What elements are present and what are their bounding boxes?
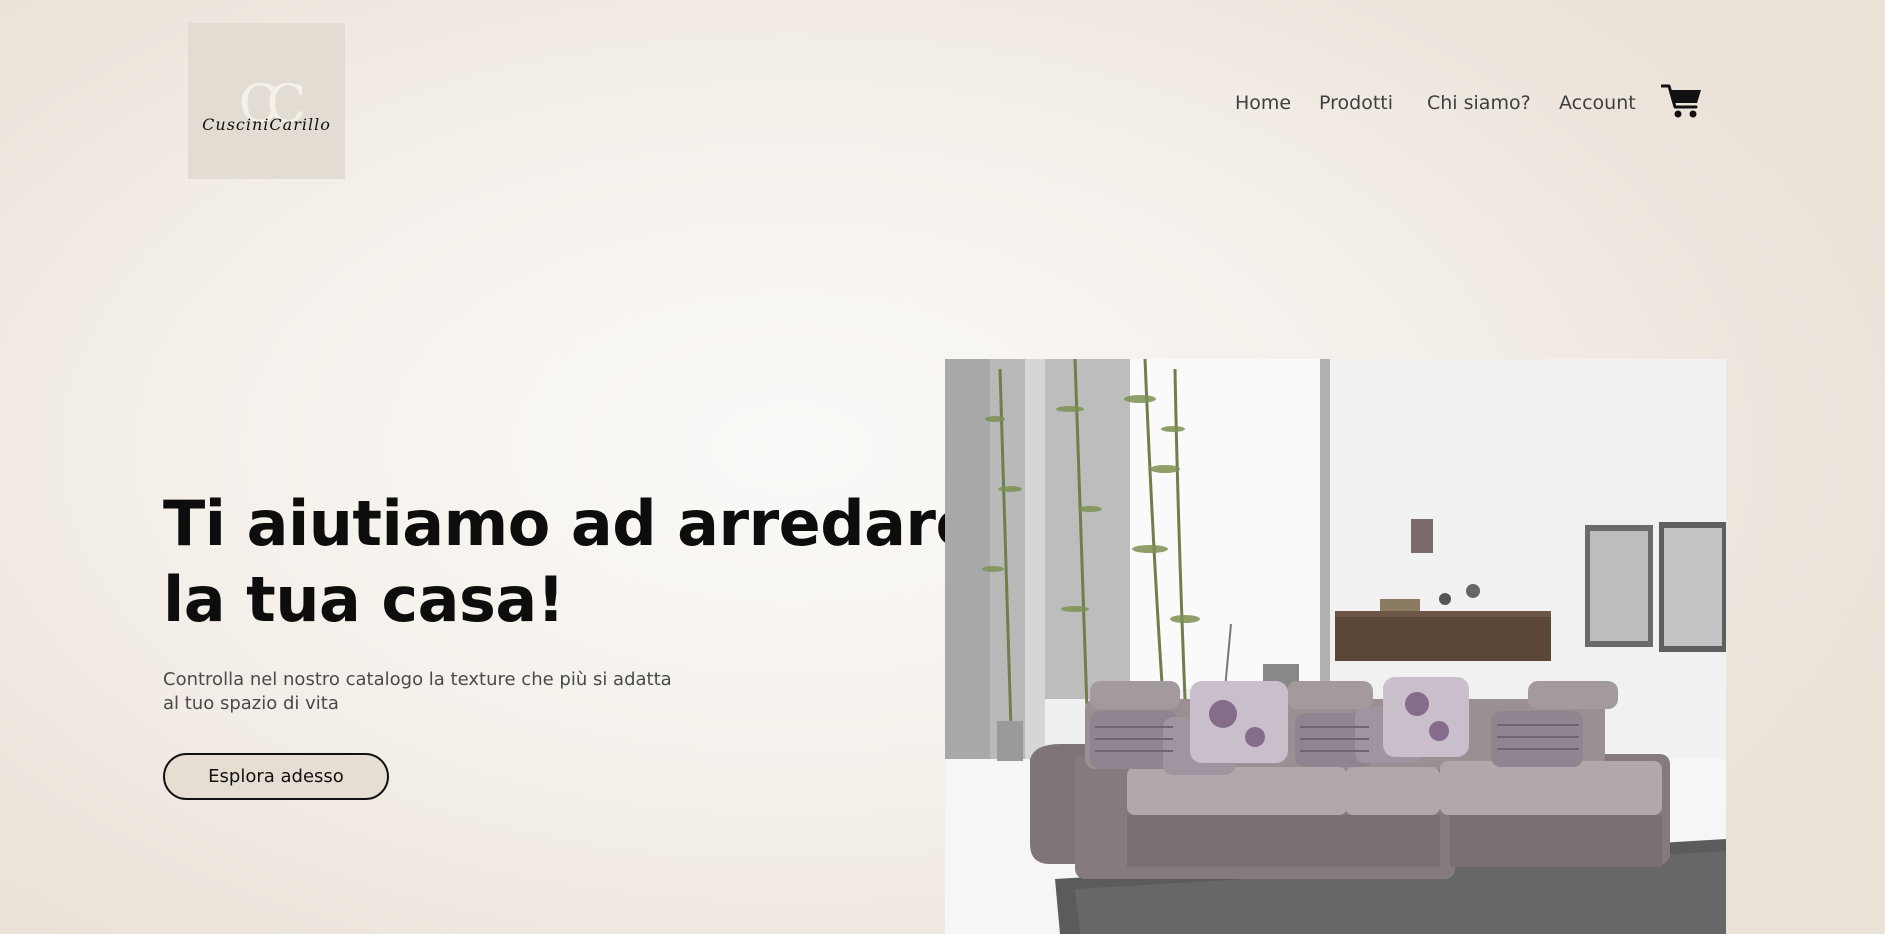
nav-account[interactable]: Account (1559, 92, 1636, 114)
nav-home[interactable]: Home (1235, 92, 1291, 114)
hero-subtitle-line-2: al tuo spazio di vita (163, 693, 339, 714)
shopping-cart-icon[interactable] (1660, 83, 1703, 119)
hero-subtitle: Controlla nel nostro catalogo la texture… (163, 668, 743, 716)
hero-title: Ti aiutiamo ad arredare la tua casa! (163, 486, 978, 638)
explore-now-button[interactable]: Esplora adesso (163, 753, 389, 800)
hero-subtitle-line-1: Controlla nel nostro catalogo la texture… (163, 669, 672, 690)
logo-wordmark: CusciniCarillo (202, 115, 331, 134)
living-room-sofa-photo (945, 359, 1726, 934)
hero-title-line-1: Ti aiutiamo ad arredare (163, 487, 978, 560)
hero-title-line-2: la tua casa! (163, 563, 565, 636)
nav-prodotti[interactable]: Prodotti (1319, 92, 1393, 114)
main-nav: Home Prodotti Chi siamo? Account (0, 92, 1885, 116)
nav-chi-siamo[interactable]: Chi siamo? (1427, 92, 1531, 114)
